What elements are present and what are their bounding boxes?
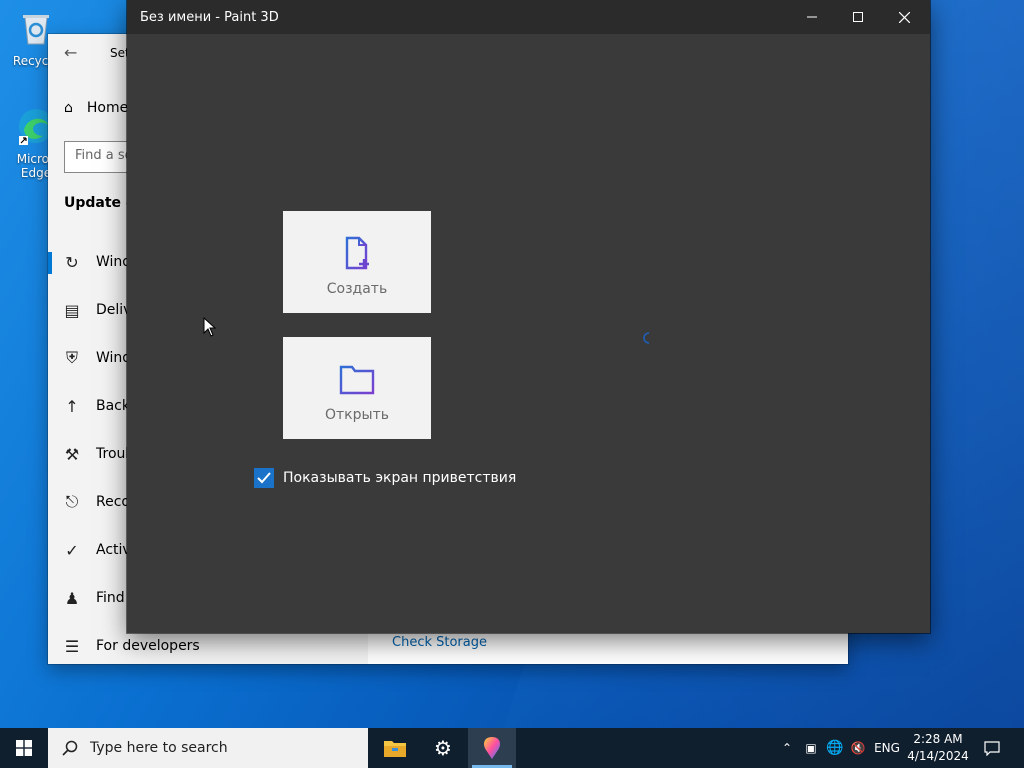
volume-muted-icon: 🔇 (850, 741, 866, 755)
open-project-label: Открыть (325, 407, 389, 423)
mouse-cursor-icon (203, 317, 217, 337)
paint3d-titlebar[interactable]: Без имени - Paint 3D (127, 0, 930, 34)
new-file-icon (345, 236, 369, 270)
start-button[interactable] (0, 728, 48, 768)
show-welcome-checkbox[interactable] (254, 468, 274, 488)
tray-meet-now[interactable]: ▣ (801, 728, 821, 768)
backup-arrow-icon: ↑ (65, 396, 79, 416)
network-globe-icon: 🌐 (826, 740, 844, 756)
language-indicator: ENG (874, 741, 900, 755)
sidebar-item-label: Wind (96, 350, 132, 366)
close-icon (898, 11, 910, 23)
show-welcome-label: Показывать экран приветствия (283, 470, 517, 486)
windows-logo-icon (16, 740, 32, 756)
shield-icon: ⛨ (65, 348, 78, 367)
search-icon (62, 740, 78, 756)
action-center-button[interactable] (979, 728, 1005, 768)
back-arrow-icon[interactable]: ← (64, 43, 77, 62)
folder-icon (339, 365, 375, 395)
paint3d-icon (484, 737, 500, 759)
developer-tools-icon: ☰ (64, 636, 80, 656)
close-button[interactable] (881, 0, 927, 34)
taskbar-paint3d[interactable] (468, 728, 516, 768)
chevron-up-icon: ⌃ (781, 741, 793, 755)
home-icon: ⌂ (64, 100, 73, 116)
check-storage-link[interactable]: Check Storage (392, 635, 487, 650)
taskbar: Type here to search ⚙ ⌃ ▣ 🌐 🔇 ENG 2:28 A… (0, 728, 1024, 768)
taskbar-search-placeholder: Type here to search (90, 740, 228, 756)
taskbar-search-box[interactable]: Type here to search (48, 728, 368, 768)
maximize-icon (853, 12, 863, 22)
minimize-icon (807, 16, 817, 18)
settings-home[interactable]: ⌂ Home (64, 100, 128, 116)
tray-network[interactable]: 🌐 (824, 728, 846, 768)
sidebar-item-label: Activ (96, 542, 131, 558)
clock-time: 2:28 AM (913, 732, 963, 746)
new-project-button[interactable]: Создать (283, 211, 431, 313)
taskbar-settings[interactable]: ⚙ (419, 728, 467, 768)
window-title: Без имени - Paint 3D (140, 10, 279, 25)
taskbar-file-explorer[interactable] (371, 728, 419, 768)
wrench-icon: ⚒ (64, 444, 80, 464)
taskbar-clock[interactable]: 2:28 AM 4/14/2024 (903, 731, 973, 765)
file-explorer-icon (384, 741, 406, 757)
tray-language[interactable]: ENG (872, 728, 902, 768)
sidebar-item-label: Reco (96, 494, 130, 510)
show-welcome-checkbox-row[interactable]: Показывать экран приветствия (254, 468, 516, 488)
show-hidden-icons-button[interactable]: ⌃ (778, 728, 796, 768)
person-location-icon: ♟ (64, 588, 80, 608)
open-project-button[interactable]: Открыть (283, 337, 431, 439)
loading-spinner-icon (643, 332, 650, 344)
paint3d-window: Без имени - Paint 3D Создать Открыть Пок… (127, 0, 930, 633)
clock-date: 4/14/2024 (907, 749, 969, 763)
checkmark-icon (257, 472, 271, 484)
sidebar-item-label: For developers (96, 638, 200, 654)
gear-icon: ⚙ (434, 736, 452, 760)
recovery-icon: ⎋ (65, 492, 79, 511)
check-circle-icon: ✓ (65, 540, 79, 560)
sync-icon: ↻ (65, 252, 79, 272)
delivery-icon: ▤ (64, 300, 80, 320)
maximize-button[interactable] (835, 0, 881, 34)
tray-volume[interactable]: 🔇 (848, 728, 868, 768)
new-project-label: Создать (326, 281, 388, 297)
meet-now-icon: ▣ (805, 741, 817, 755)
minimize-button[interactable] (789, 0, 835, 34)
notification-icon (984, 740, 1000, 756)
sidebar-item-label: Wind (96, 254, 132, 270)
settings-home-label: Home (86, 100, 129, 116)
